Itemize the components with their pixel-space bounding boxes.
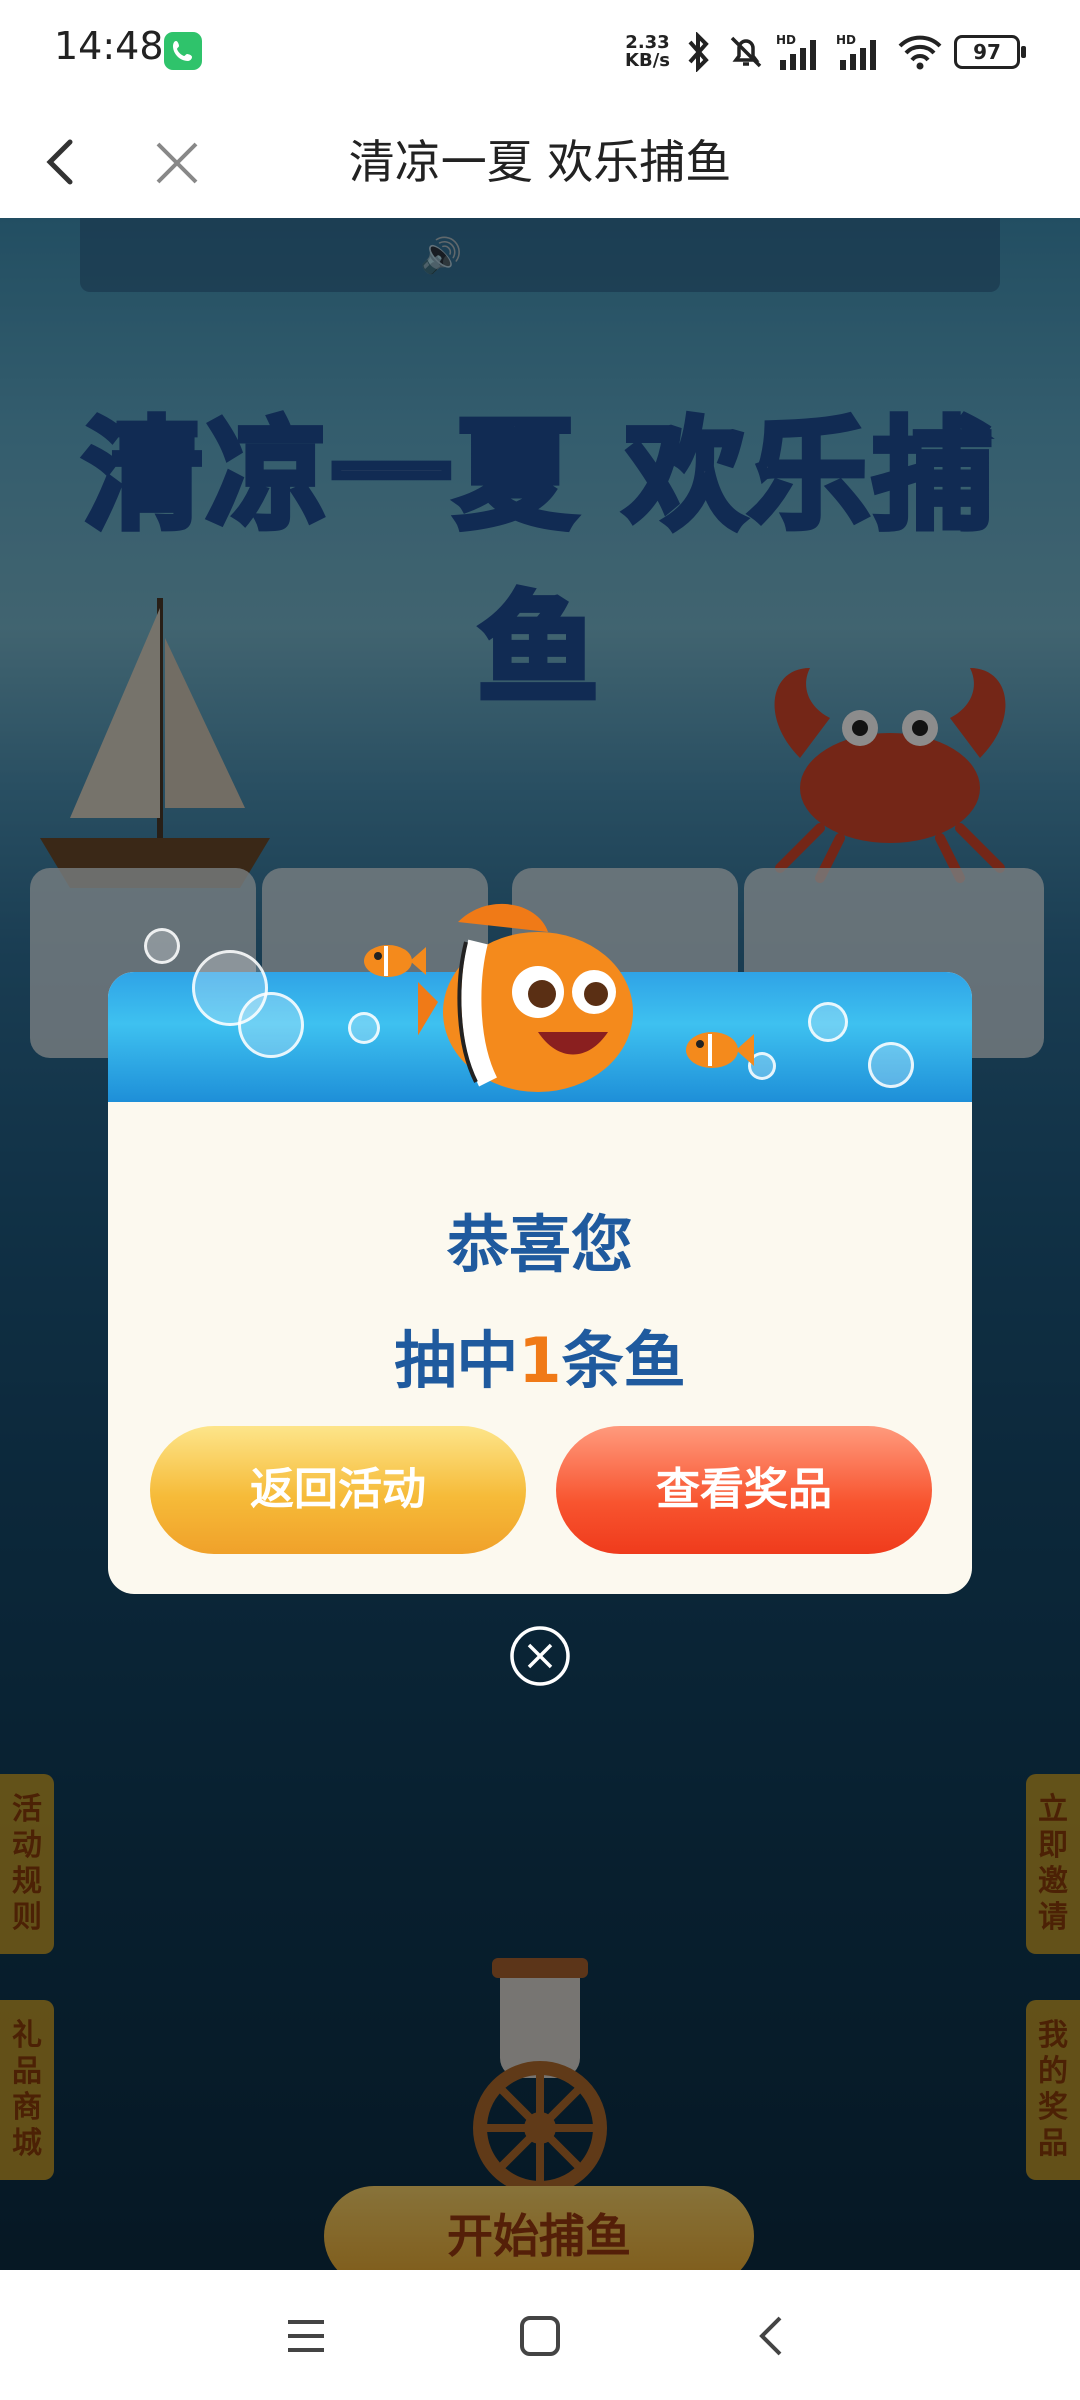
net-speed-unit: KB/s <box>625 50 670 71</box>
bubble-decoration <box>808 1002 848 1042</box>
system-navigation-bar <box>0 2270 1080 2400</box>
status-icons: 2.33 KB/s HD HD 97 <box>625 28 1026 76</box>
home-icon[interactable] <box>510 2306 570 2366</box>
bubble-decoration <box>192 950 268 1026</box>
page-title: 清凉一夏 欢乐捕鱼 <box>348 135 732 189</box>
small-fish-icon <box>686 1032 754 1068</box>
bubble-decoration <box>868 1042 914 1088</box>
bluetooth-icon <box>688 32 709 72</box>
call-icon <box>164 32 202 70</box>
svg-text:HD: HD <box>776 33 796 47</box>
congrats-title: 恭喜您 <box>446 1208 633 1281</box>
clownfish-mascot <box>418 903 633 1092</box>
signal-hd-icon: HD <box>836 33 876 70</box>
bubble-decoration <box>348 1012 380 1044</box>
close-icon[interactable] <box>508 1624 572 1688</box>
back-icon[interactable] <box>744 2306 804 2366</box>
mute-icon <box>730 36 762 68</box>
view-prize-button[interactable]: 查看奖品 <box>556 1426 932 1554</box>
status-time: 14:48 <box>54 24 164 68</box>
result-text: 抽中1条鱼 <box>108 1310 972 1400</box>
return-activity-button[interactable]: 返回活动 <box>150 1426 526 1554</box>
svg-text:HD: HD <box>836 33 856 47</box>
status-bar: 14:48 2.33 KB/s HD HD 97 <box>0 0 1080 104</box>
net-speed: 2.33 KB/s <box>625 34 670 70</box>
result-dialog: 恭喜您 抽中1条鱼 返回活动 查看奖品 <box>108 903 972 1594</box>
menu-icon[interactable] <box>276 2306 336 2366</box>
result-suffix: 条鱼 <box>561 1324 686 1397</box>
signal-hd-icon: HD <box>776 33 816 70</box>
battery-level: 97 <box>973 40 1001 64</box>
result-count: 1 <box>518 1324 562 1397</box>
battery-icon: 97 <box>954 35 1026 69</box>
top-nav-bar: 清凉一夏 欢乐捕鱼 <box>0 104 1080 218</box>
bubble-decoration <box>144 928 180 964</box>
result-prefix: 抽中 <box>394 1324 519 1397</box>
wifi-icon <box>898 35 942 70</box>
